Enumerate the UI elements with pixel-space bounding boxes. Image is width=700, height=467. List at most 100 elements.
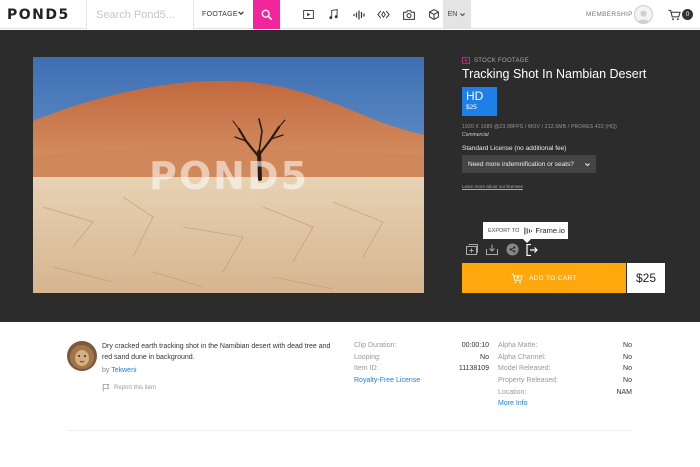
membership-link[interactable]: MEMBERSHIP bbox=[586, 11, 633, 18]
chevron-down-icon bbox=[460, 13, 466, 17]
more-info-link[interactable]: More Info bbox=[498, 400, 528, 407]
info-row-property-released: Property Released: No bbox=[498, 377, 632, 389]
language-label: EN bbox=[447, 11, 458, 18]
info-value: No bbox=[623, 342, 632, 349]
learn-licenses-link[interactable]: Learn more about our licenses bbox=[462, 184, 523, 189]
section-divider bbox=[67, 430, 632, 431]
author-byline: by Tekweni bbox=[102, 367, 137, 374]
info-row-alpha-matte: Alpha Matte: No bbox=[498, 342, 632, 354]
photo-icon[interactable] bbox=[396, 0, 421, 29]
license-type: Standard License (no additional fee) bbox=[462, 145, 567, 152]
info-value: 00:00:10 bbox=[461, 342, 489, 349]
quality-label: HD bbox=[466, 89, 484, 103]
clip-info-column-2: Alpha Matte: No Alpha Channel: No Model … bbox=[498, 342, 632, 412]
flag-icon bbox=[102, 384, 110, 392]
desert-preview-image: POND5 bbox=[33, 57, 424, 293]
media-type-dropdown[interactable]: FOOTAGE bbox=[193, 0, 253, 29]
frameio-icon bbox=[524, 226, 533, 235]
chevron-down-icon bbox=[238, 11, 244, 16]
export-label: EXPORT TO bbox=[488, 227, 520, 234]
product-panel: STOCK FOOTAGE Tracking Shot In Nambian D… bbox=[462, 30, 692, 322]
add-to-collection-button[interactable] bbox=[462, 243, 482, 256]
info-row-license: Royalty-Free License bbox=[354, 377, 489, 389]
frameio-label: Frame.io bbox=[535, 226, 565, 235]
add-collection-icon bbox=[466, 244, 478, 255]
product-type: STOCK FOOTAGE bbox=[462, 57, 529, 64]
clip-info-column-1: Clip Duration: 00:00:10 Looping: No Item… bbox=[354, 342, 489, 389]
hd-quality-option[interactable]: HD $25 bbox=[462, 87, 497, 116]
export-icon bbox=[526, 243, 538, 256]
language-selector[interactable]: EN bbox=[443, 0, 471, 29]
preview-watermark: POND5 bbox=[149, 154, 309, 198]
info-value: No bbox=[480, 353, 489, 361]
export-button[interactable] bbox=[522, 243, 542, 256]
by-label: by bbox=[102, 367, 110, 374]
user-icon bbox=[637, 10, 650, 23]
share-icon bbox=[505, 243, 519, 256]
info-value: No bbox=[623, 365, 632, 373]
product-hero: POND5 STOCK FOOTAGE Tracking Shot In Nam… bbox=[0, 30, 700, 322]
clip-description: Dry cracked earth tracking shot in the N… bbox=[102, 343, 331, 361]
info-row-more: More Info bbox=[498, 400, 632, 412]
author-avatar[interactable] bbox=[67, 341, 97, 371]
search-input[interactable] bbox=[96, 8, 191, 21]
media-type-icons bbox=[296, 0, 446, 29]
royalty-free-license-link[interactable]: Royalty-Free License bbox=[354, 377, 420, 384]
search-icon bbox=[261, 9, 272, 20]
info-row-model-released: Model Released: No bbox=[498, 365, 632, 377]
price-display: $25 bbox=[627, 263, 665, 293]
info-key: Looping: bbox=[354, 353, 381, 361]
action-icons bbox=[462, 243, 542, 256]
info-key: Location: bbox=[498, 388, 527, 396]
sound-effects-icon[interactable] bbox=[346, 0, 371, 29]
share-button[interactable] bbox=[502, 243, 522, 256]
clip-specs: 1920 X 1080 @23.98FPS / MOV / 212.5MB / … bbox=[462, 124, 618, 130]
add-to-cart-label: ADD TO CART bbox=[528, 274, 578, 282]
cart-icon bbox=[668, 9, 681, 21]
report-label: Report this item bbox=[114, 385, 157, 391]
add-to-cart-button[interactable]: ADD TO CART bbox=[462, 263, 626, 293]
info-row-item-id: Item ID: 11138109 bbox=[354, 365, 489, 377]
info-value: 11138109 bbox=[458, 365, 489, 373]
info-value: NAM bbox=[616, 388, 632, 396]
stock-footage-icon bbox=[462, 57, 470, 64]
info-value: No bbox=[623, 377, 632, 385]
top-nav: POND5 FOOTAGE EN MEMBERSHIP bbox=[0, 0, 700, 29]
product-title: Tracking Shot In Nambian Desert bbox=[462, 67, 647, 81]
video-preview[interactable]: POND5 bbox=[33, 57, 424, 293]
usage-type: Commercial bbox=[462, 132, 489, 138]
video-icon[interactable] bbox=[296, 0, 321, 29]
product-type-label: STOCK FOOTAGE bbox=[474, 57, 530, 64]
media-type-label: FOOTAGE bbox=[202, 11, 238, 18]
info-key: Alpha Matte: bbox=[498, 342, 538, 349]
lion-avatar-icon bbox=[67, 341, 97, 371]
after-effects-icon[interactable] bbox=[371, 0, 396, 29]
export-tooltip: EXPORT TO Frame.io bbox=[483, 222, 568, 243]
quality-price: $25 bbox=[466, 104, 477, 111]
info-key: Property Released: bbox=[498, 377, 558, 385]
clip-details: Dry cracked earth tracking shot in the N… bbox=[0, 322, 700, 467]
info-row-alpha-channel: Alpha Channel: No bbox=[498, 354, 632, 366]
info-key: Item ID: bbox=[354, 365, 379, 373]
info-key: Clip Duration: bbox=[354, 342, 397, 349]
author-link[interactable]: Tekweni bbox=[111, 367, 136, 374]
cart-button[interactable] bbox=[668, 8, 681, 26]
report-item-link[interactable]: Report this item bbox=[102, 384, 156, 392]
cart-plus-icon bbox=[511, 273, 523, 283]
search-button[interactable] bbox=[253, 0, 280, 29]
search-box[interactable] bbox=[86, 0, 193, 29]
user-avatar-button[interactable] bbox=[634, 5, 653, 24]
chevron-down-icon bbox=[585, 163, 590, 167]
music-icon[interactable] bbox=[321, 0, 346, 29]
info-key: Alpha Channel: bbox=[498, 353, 546, 361]
info-row-clip-duration: Clip Duration: 00:00:10 bbox=[354, 342, 489, 354]
download-preview-button[interactable] bbox=[482, 243, 502, 256]
indemnification-dropdown[interactable]: Need more indemnification or seats? bbox=[462, 155, 596, 173]
info-row-location: Location: NAM bbox=[498, 389, 632, 401]
frameio-logo: Frame.io bbox=[524, 226, 565, 235]
cart-count-badge: 0 bbox=[682, 9, 693, 20]
info-value: No bbox=[623, 353, 632, 361]
download-icon bbox=[486, 244, 498, 255]
indemnification-label: Need more indemnification or seats? bbox=[468, 160, 574, 168]
pond5-logo[interactable]: POND5 bbox=[7, 7, 70, 23]
